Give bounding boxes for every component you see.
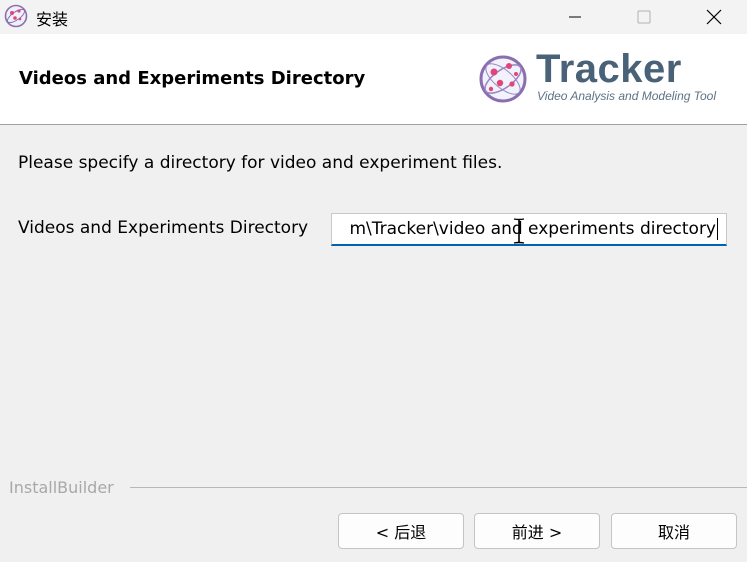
maximize-button[interactable] <box>621 0 667 34</box>
tracker-app-icon[interactable] <box>4 4 28 28</box>
installbuilder-brand: InstallBuilder <box>9 478 114 497</box>
directory-input[interactable]: m\Tracker\video and experiments director… <box>331 213 727 246</box>
minimize-button[interactable] <box>552 0 598 34</box>
ibeam-cursor-icon <box>513 218 525 244</box>
next-button[interactable]: 前进 > <box>474 513 600 549</box>
maximize-icon <box>637 10 651 24</box>
title-bar: 安装 <box>0 0 747 34</box>
text-caret <box>717 218 718 240</box>
cancel-button[interactable]: 取消 <box>611 513 737 549</box>
close-icon <box>706 9 722 25</box>
logo-wordmark: Tracker <box>536 47 682 91</box>
directory-label: Videos and Experiments Directory <box>18 218 309 238</box>
tracker-logo-icon <box>478 54 528 104</box>
page-title: Videos and Experiments Directory <box>19 68 366 89</box>
footer-divider <box>130 487 747 488</box>
directory-input-value: m\Tracker\video and experiments director… <box>349 219 716 239</box>
window-title: 安装 <box>36 10 69 29</box>
wizard-header: Videos and Experiments Directory Tracker… <box>0 34 747 125</box>
instruction-text: Please specify a directory for video and… <box>18 153 503 173</box>
close-button[interactable] <box>691 0 737 34</box>
minimize-icon <box>569 16 581 18</box>
logo-tagline: Video Analysis and Modeling Tool <box>537 89 717 103</box>
back-button[interactable]: < 后退 <box>338 513 464 549</box>
